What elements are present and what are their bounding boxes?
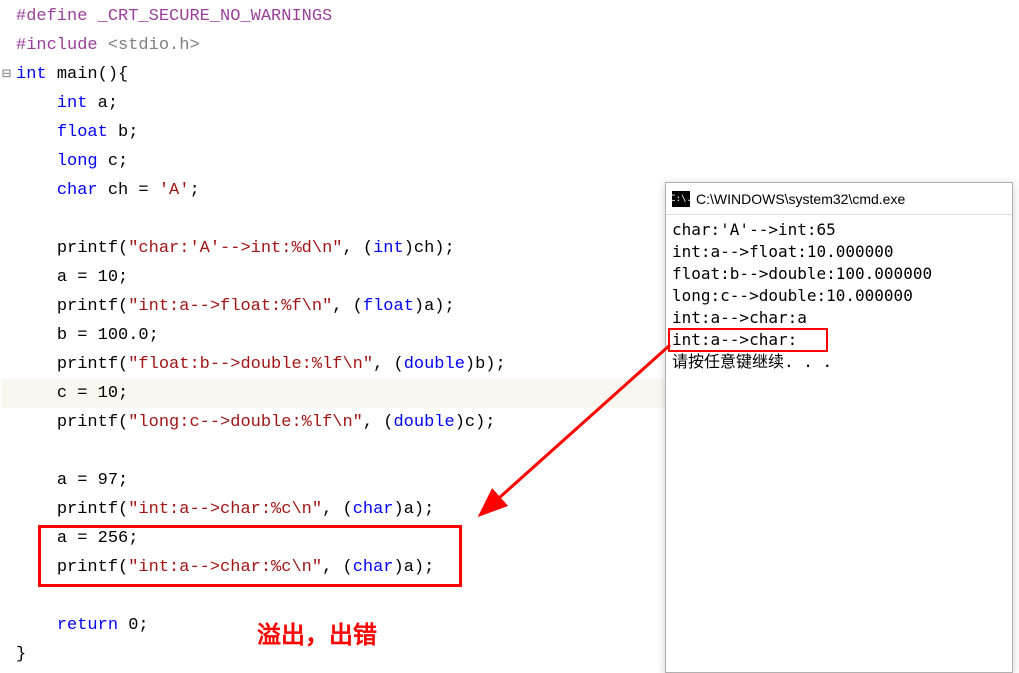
fn-printf: printf [57,413,118,432]
code-line: printf("int:a-->float:%f\n", (float)a); [2,292,668,321]
kw-int: int [57,94,88,113]
kw-int: int [16,65,47,84]
fold-icon: ⊟ [2,60,11,89]
cast-char: char [353,500,394,519]
code-line: a = 97; [2,466,668,495]
out-line: 请按任意键继续. . . [672,352,832,371]
decl-a: a; [98,94,118,113]
out-line: int:a-->float:10.000000 [672,242,894,261]
cmd-icon: C:\. [672,191,690,207]
char-A: 'A' [159,181,190,200]
fmt: "float:b-->double:%lf\n" [128,355,373,374]
code-line: printf("int:a-->char:%c\n", (char)a); [2,495,668,524]
code-line: float b; [2,118,668,147]
assign-c10: c = 10; [57,384,128,403]
code-line: #include <stdio.h> [2,31,668,60]
kw-char: char [57,181,98,200]
arg: c); [465,413,496,432]
arg: a); [424,297,455,316]
cmd-title: C:\WINDOWS\system32\cmd.exe [696,191,905,207]
code-line: long c; [2,147,668,176]
arg: b); [475,355,506,374]
assign-a97: a = 97; [57,471,128,490]
fmt: "int:a-->float:%f\n" [128,297,332,316]
code-line [2,205,668,234]
fmt: "int:a-->char:%c\n" [128,500,322,519]
out-line: int:a-->char:a [672,308,807,327]
code-line: #define _CRT_SECURE_NO_WARNINGS [2,2,668,31]
code-line: a = 10; [2,263,668,292]
preproc-include: #include [16,36,98,55]
decl-ch: ch = [108,181,159,200]
code-line: ⊟ int main(){ [2,60,668,89]
semi: ; [189,181,199,200]
kw-return: return [57,616,118,635]
kw-long: long [57,152,98,171]
out-line: char:'A'-->int:65 [672,220,836,239]
out-line: long:c-->double:10.000000 [672,286,913,305]
code-line: c = 10; [2,379,668,408]
cast-float: float [363,297,414,316]
out-line: float:b-->double:100.000000 [672,264,932,283]
fn-printf: printf [57,239,118,258]
include-path: <stdio.h> [108,36,200,55]
fmt: "long:c-->double:%lf\n" [128,413,363,432]
annotation-overflow-error: 溢出，出错 [257,615,377,650]
annotation-box-console [668,328,828,352]
close-brace: } [16,645,26,664]
decl-c: c; [108,152,128,171]
fn-main: main [57,65,98,84]
arg: a); [404,500,435,519]
decl-b: b; [118,123,138,142]
define-symbol: _CRT_SECURE_NO_WARNINGS [98,7,333,26]
fmt: "char:'A'-->int:%d\n" [128,239,342,258]
code-line: printf("long:c-->double:%lf\n", (double)… [2,408,668,437]
code-line: printf("float:b-->double:%lf\n", (double… [2,350,668,379]
assign-b100: b = 100.0; [57,326,159,345]
cmd-titlebar[interactable]: C:\. C:\WINDOWS\system32\cmd.exe [666,183,1012,215]
annotation-box-code [38,525,462,587]
kw-float: float [57,123,108,142]
arg: ch); [414,239,455,258]
code-line: int a; [2,89,668,118]
cast-double: double [404,355,465,374]
assign-a10: a = 10; [57,268,128,287]
cmd-window[interactable]: C:\. C:\WINDOWS\system32\cmd.exe char:'A… [665,182,1013,673]
parens-brace: (){ [98,65,129,84]
code-line: printf("char:'A'-->int:%d\n", (int)ch); [2,234,668,263]
code-line: char ch = 'A'; [2,176,668,205]
fn-printf: printf [57,500,118,519]
fn-printf: printf [57,355,118,374]
code-line: b = 100.0; [2,321,668,350]
cmd-output: char:'A'-->int:65 int:a-->float:10.00000… [666,215,1012,377]
fn-printf: printf [57,297,118,316]
preproc-define: #define [16,7,87,26]
cast-double: double [393,413,454,432]
code-line [2,437,668,466]
cast-int: int [373,239,404,258]
zero: 0; [128,616,148,635]
